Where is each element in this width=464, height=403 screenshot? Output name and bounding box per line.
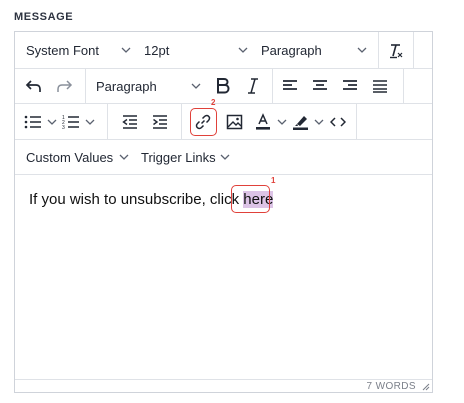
- clear-formatting-icon[interactable]: [384, 41, 406, 61]
- block-format-chevron-down-icon[interactable]: [357, 32, 367, 68]
- toolbar-divider: [356, 104, 357, 139]
- numbered-list-icon[interactable]: 1 2 3: [62, 113, 80, 131]
- align-right-icon[interactable]: [341, 77, 359, 95]
- source-code-icon[interactable]: [328, 113, 348, 131]
- link-text-marker: 1: [271, 176, 276, 185]
- svg-text:3: 3: [62, 125, 65, 130]
- toolbar-divider: [181, 104, 182, 139]
- editor-content-area[interactable]: If you wish to unsubscribe, click here 1: [15, 175, 432, 380]
- highlight-color-icon[interactable]: [291, 112, 311, 132]
- toolbar-divider: [413, 32, 414, 68]
- rich-text-editor: System Font 12pt Paragraph Paragraph 1 2…: [14, 31, 433, 393]
- text-color-icon[interactable]: [253, 112, 273, 132]
- toolbar-divider: [107, 104, 108, 139]
- message-section-label: MESSAGE: [14, 11, 74, 23]
- align-justify-icon[interactable]: [371, 77, 389, 95]
- trigger-links-chevron-down-icon[interactable]: [220, 140, 230, 174]
- font-size-chevron-down-icon[interactable]: [238, 32, 248, 68]
- trigger-links-menu[interactable]: Trigger Links: [141, 140, 216, 174]
- bullet-list-chevron-down-icon[interactable]: [47, 104, 57, 139]
- font-family-value: System Font: [26, 42, 99, 58]
- toolbar-divider: [85, 69, 86, 103]
- link-button-highlight: [190, 108, 217, 136]
- text-color-chevron-down-icon[interactable]: [277, 104, 287, 139]
- outdent-icon[interactable]: [121, 113, 139, 131]
- font-family-select[interactable]: System Font: [26, 32, 99, 68]
- toolbar-row-4: Custom Values Trigger Links: [15, 140, 432, 175]
- block-format-value-2: Paragraph: [96, 78, 157, 94]
- link-text-highlight: [231, 185, 270, 213]
- bullet-list-icon[interactable]: [24, 113, 42, 131]
- toolbar-row-1: System Font 12pt Paragraph: [15, 32, 432, 69]
- message-text: If you wish to unsubscribe, click: [29, 191, 244, 208]
- custom-values-chevron-down-icon[interactable]: [119, 140, 129, 174]
- resize-handle-icon[interactable]: [422, 383, 430, 391]
- font-size-select[interactable]: 12pt: [144, 32, 169, 68]
- toolbar-row-3: 1 2 3 2: [15, 98, 432, 140]
- status-bar: 7 WORDS: [15, 379, 432, 393]
- italic-icon[interactable]: [243, 76, 263, 96]
- insert-image-icon[interactable]: [224, 113, 244, 131]
- font-family-chevron-down-icon[interactable]: [121, 32, 131, 68]
- link-button-marker: 2: [211, 98, 216, 107]
- redo-icon[interactable]: [54, 76, 74, 96]
- block-format-value: Paragraph: [261, 42, 322, 58]
- toolbar-divider: [272, 69, 273, 103]
- trigger-links-label: Trigger Links: [141, 149, 216, 165]
- undo-icon[interactable]: [24, 76, 44, 96]
- align-center-icon[interactable]: [311, 77, 329, 95]
- toolbar-divider: [378, 32, 379, 68]
- indent-icon[interactable]: [151, 113, 169, 131]
- toolbar-row-2: Paragraph: [15, 69, 432, 104]
- font-size-value: 12pt: [144, 42, 170, 58]
- toolbar-divider: [403, 69, 404, 103]
- align-left-icon[interactable]: [281, 77, 299, 95]
- custom-values-label: Custom Values: [26, 149, 114, 165]
- bold-icon[interactable]: [213, 76, 233, 96]
- word-count: 7 WORDS: [366, 381, 416, 392]
- block-format-2-chevron-down-icon[interactable]: [191, 69, 201, 103]
- custom-values-menu[interactable]: Custom Values: [26, 140, 113, 174]
- numbered-list-chevron-down-icon[interactable]: [85, 104, 95, 139]
- block-format-select-2[interactable]: Paragraph: [96, 69, 157, 103]
- block-format-select[interactable]: Paragraph: [261, 32, 322, 68]
- highlight-color-chevron-down-icon[interactable]: [314, 104, 324, 139]
